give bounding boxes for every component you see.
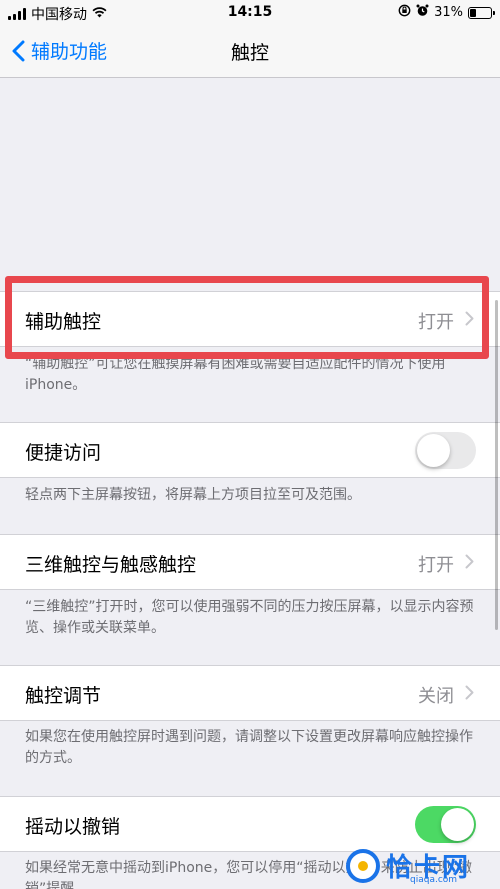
scrollbar[interactable] xyxy=(495,300,498,630)
watermark: 恰卡网 qiaqa.com xyxy=(346,847,496,887)
status-bar: 中国移动 14:15 31% xyxy=(0,0,500,26)
assistive-touch-footer: “辅助触控”可让您在触摸屏幕有困难或需要自适应配件的情况下使用iPhone。 xyxy=(25,356,446,393)
chevron-right-icon xyxy=(465,685,474,700)
touch-3d-footer: “三维触控”打开时，您可以使用强弱不同的压力按压屏幕，以显示内容预览、操作或关联… xyxy=(25,599,474,636)
toggle-knob xyxy=(417,434,450,467)
reachability-label: 便捷访问 xyxy=(25,442,102,464)
toggle-knob xyxy=(441,808,474,841)
shake-to-undo-cell: 摇动以撤销 xyxy=(0,796,500,852)
battery-fill xyxy=(470,8,477,17)
reachability-toggle[interactable] xyxy=(415,432,476,469)
touch-3d-label: 三维触控与触感触控 xyxy=(25,554,197,576)
orientation-lock-icon xyxy=(398,4,411,21)
touch-accommodations-footer: 如果您在使用触控屏时遇到问题，请调整以下设置更改屏幕响应触控操作的方式。 xyxy=(25,729,473,766)
touch-accommodations-label: 触控调节 xyxy=(25,685,102,707)
shake-to-undo-toggle[interactable] xyxy=(415,806,476,843)
watermark-logo-icon xyxy=(346,849,380,883)
touch-accommodations-cell[interactable]: 触控调节 关闭 xyxy=(0,665,500,721)
reachability-cell: 便捷访问 xyxy=(0,422,500,478)
page-title: 触控 xyxy=(230,42,269,64)
watermark-url: qiaqa.com xyxy=(410,875,458,885)
nav-bar: 辅助功能 触控 xyxy=(0,26,500,78)
alarm-icon xyxy=(416,4,429,21)
chevron-right-icon xyxy=(465,554,474,569)
highlight-box xyxy=(5,276,489,359)
touch-3d-cell[interactable]: 三维触控与触感触控 打开 xyxy=(0,534,500,590)
status-right: 31% xyxy=(398,4,495,21)
touch-accommodations-value: 关闭 xyxy=(418,686,454,707)
touch-3d-value: 打开 xyxy=(418,555,454,576)
reachability-footer: 轻点两下主屏幕按钮，将屏幕上方项目拉至可及范围。 xyxy=(25,487,361,503)
battery-percent: 31% xyxy=(434,5,463,20)
battery-icon xyxy=(468,6,495,19)
shake-to-undo-label: 摇动以撤销 xyxy=(25,816,121,838)
